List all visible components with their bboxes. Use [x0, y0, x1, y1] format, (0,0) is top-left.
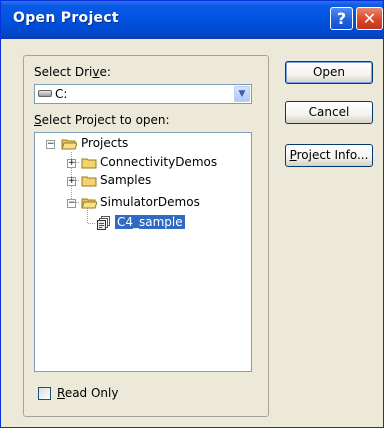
open-project-dialog: Open Project ? ✕ Select Drive: C: ▼ Sele…	[0, 0, 384, 428]
read-only-checkbox[interactable]	[38, 387, 51, 400]
tree-node-projects[interactable]: − Projects	[35, 136, 251, 152]
tree-node-label-selected: C4_sample	[114, 214, 186, 230]
collapse-icon[interactable]: −	[67, 199, 76, 208]
tree-node-connectivitydemos[interactable]: + ConnectivityDemos	[35, 155, 251, 171]
folder-icon	[81, 176, 97, 187]
help-button[interactable]: ?	[330, 7, 353, 30]
tree-node-label: ConnectivityDemos	[100, 155, 218, 169]
folder-icon	[81, 158, 97, 169]
project-tree[interactable]: − Projects + ConnectivityDemos + Samples	[34, 132, 252, 372]
cancel-button[interactable]: Cancel	[285, 101, 373, 124]
chevron-down-icon[interactable]: ▼	[234, 86, 250, 102]
close-button[interactable]: ✕	[356, 7, 383, 30]
read-only-label[interactable]: Read Only	[57, 386, 118, 400]
drive-icon	[38, 90, 52, 97]
tree-node-label: Projects	[81, 136, 129, 150]
tree-node-simulatordemos[interactable]: − SimulatorDemos	[35, 195, 251, 211]
help-icon: ?	[336, 9, 347, 28]
expand-icon[interactable]: +	[67, 177, 76, 186]
select-drive-label: Select Drive:	[34, 65, 111, 79]
window-title: Open Project	[13, 10, 119, 26]
select-project-label: Select Project to open:	[34, 113, 170, 127]
folder-open-icon	[61, 139, 77, 150]
tree-node-c4-sample[interactable]: C4_sample	[35, 214, 251, 231]
drive-select[interactable]: C: ▼	[34, 84, 252, 104]
expand-icon[interactable]: +	[67, 159, 76, 168]
title-bar[interactable]: Open Project ? ✕	[1, 1, 383, 39]
project-info-button[interactable]: Project Info...	[285, 144, 373, 167]
close-icon: ✕	[362, 9, 377, 28]
tree-node-samples[interactable]: + Samples	[35, 173, 251, 189]
folder-open-icon	[81, 198, 97, 209]
tree-node-label: Samples	[100, 173, 152, 187]
collapse-icon[interactable]: −	[46, 140, 55, 149]
drive-value: C:	[55, 87, 68, 101]
tree-node-label: SimulatorDemos	[100, 195, 200, 209]
open-button[interactable]: Open	[285, 61, 373, 84]
project-file-icon	[97, 216, 110, 230]
